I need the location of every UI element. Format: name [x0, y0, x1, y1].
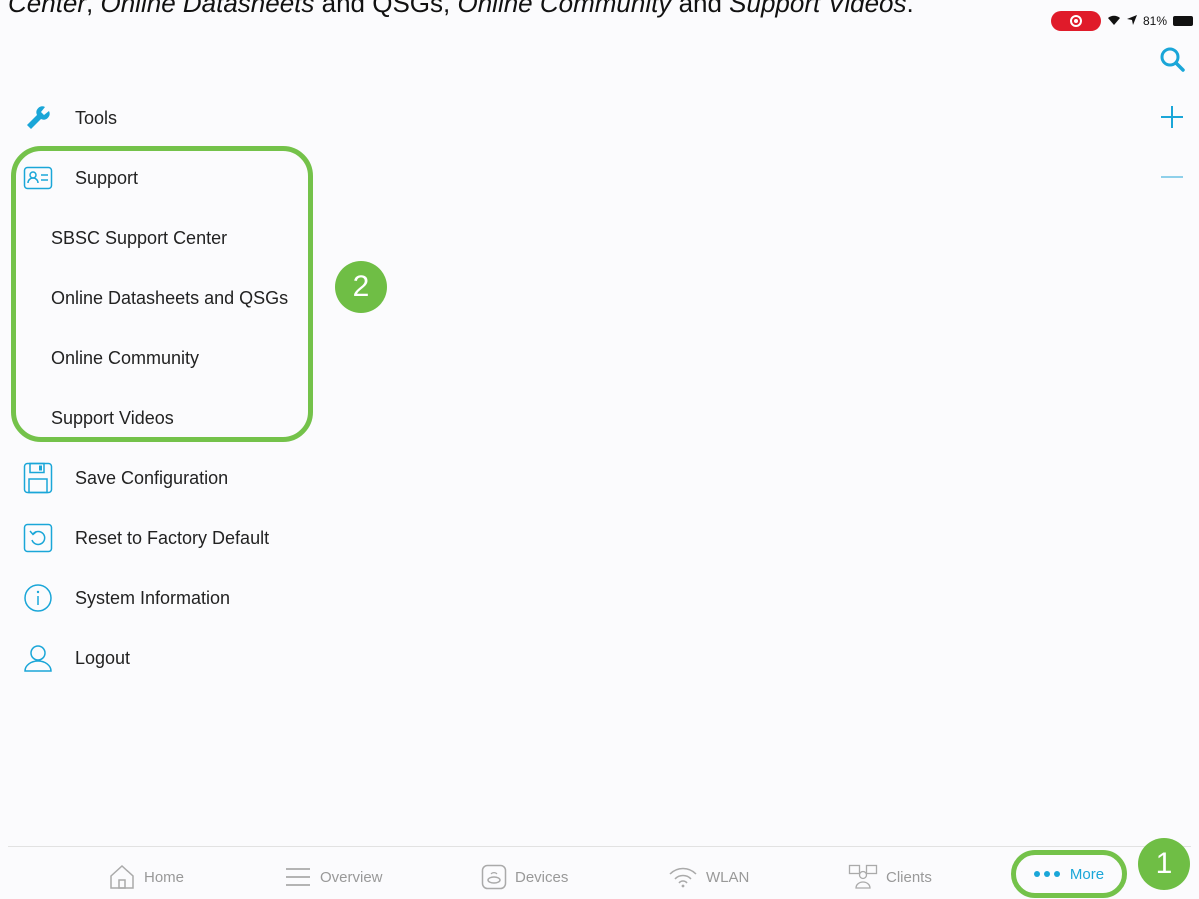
caption-part-2: Online Datasheets [100, 0, 315, 18]
zoom-in-icon[interactable] [1157, 102, 1187, 132]
tab-clients[interactable]: Clients [848, 863, 932, 891]
battery-percentage: 81% [1142, 14, 1167, 28]
tab-label: WLAN [706, 868, 750, 886]
status-bar: 81% [1050, 10, 1193, 32]
caption-sep-2: and QSGs, [314, 0, 458, 18]
reset-icon [22, 522, 54, 554]
tab-label: Home [144, 868, 185, 886]
menu-item-label: Reset to Factory Default [75, 527, 270, 548]
info-icon [22, 582, 54, 614]
location-icon [1126, 14, 1137, 28]
tab-label: Overview [320, 868, 383, 886]
wifi-status-icon [1107, 14, 1121, 29]
wifi-icon [668, 866, 698, 888]
device-icon [481, 864, 507, 890]
menu-item-label: Tools [75, 107, 118, 128]
tab-label: Clients [886, 868, 932, 886]
tab-home[interactable]: Home [108, 863, 184, 891]
caption-end: . [906, 0, 914, 18]
menu-item-save-configuration[interactable]: Save Configuration [0, 450, 320, 506]
wrench-icon [22, 102, 54, 134]
menu-item-label: Save Configuration [75, 467, 229, 488]
user-icon [22, 642, 54, 674]
menu-item-label: Logout [75, 647, 131, 668]
caption-sep-3: and [671, 0, 730, 18]
step-2-badge: 2 [335, 261, 387, 313]
tab-overview[interactable]: Overview [284, 863, 383, 891]
menu-item-label: System Information [75, 587, 231, 608]
more-dots-icon [1033, 871, 1060, 877]
client-icon [848, 864, 878, 890]
menu-item-reset-factory-default[interactable]: Reset to Factory Default [0, 510, 320, 566]
zoom-out-icon[interactable] [1157, 162, 1187, 192]
search-icon[interactable] [1157, 44, 1187, 74]
menu-item-logout[interactable]: Logout [0, 630, 320, 686]
caption-part-1: Center [8, 0, 87, 18]
tab-more[interactable]: More [1011, 850, 1127, 898]
caption-sep-1: , [86, 0, 101, 18]
tab-label: More [1069, 865, 1105, 883]
screen-record-indicator[interactable] [1050, 11, 1101, 31]
caption-part-3: Online Community [457, 0, 672, 18]
support-highlight-box [11, 146, 313, 442]
floppy-disk-icon [22, 462, 54, 494]
tab-label: Devices [515, 868, 569, 886]
caption-part-4: Support Videos [729, 0, 907, 18]
tab-devices[interactable]: Devices [481, 863, 568, 891]
battery-icon [1173, 16, 1193, 26]
menu-item-tools[interactable]: Tools [0, 90, 320, 146]
menu-item-system-information[interactable]: System Information [0, 570, 320, 626]
tab-wlan[interactable]: WLAN [668, 863, 749, 891]
home-icon [108, 864, 136, 890]
step-1-badge: 1 [1138, 838, 1190, 890]
caption-text: Center, Online Datasheets and QSGs, Onli… [8, 0, 914, 19]
list-icon [284, 866, 312, 888]
